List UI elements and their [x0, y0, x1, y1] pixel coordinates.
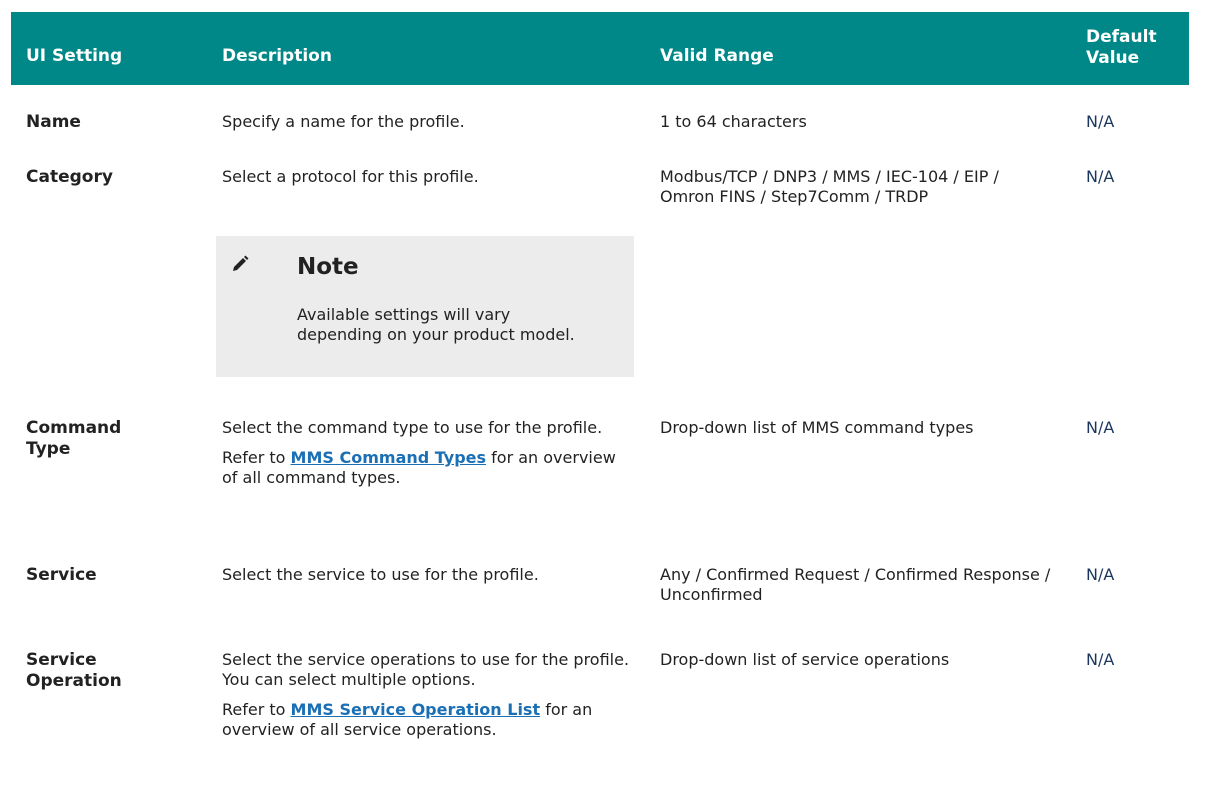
description-service: Select the service to use for the profil…: [222, 565, 539, 584]
header-default-value: Default Value: [1086, 27, 1157, 68]
default-category: N/A: [1086, 167, 1115, 186]
default-name: N/A: [1086, 112, 1115, 131]
description-name: Specify a name for the profile.: [222, 112, 465, 131]
note-box: Note Available settings will vary depend…: [216, 236, 634, 377]
mms-command-types-link[interactable]: MMS Command Types: [291, 448, 487, 467]
description-service-operation: Select the service operations to use for…: [222, 650, 630, 739]
setting-service-operation: Service Operation: [26, 650, 122, 691]
description-category: Select a protocol for this profile.: [222, 167, 479, 186]
setting-command-type: Command Type: [26, 418, 122, 459]
range-category: Modbus/TCP / DNP3 / MMS / IEC-104 / EIP …: [660, 167, 999, 206]
mms-service-operation-list-link[interactable]: MMS Service Operation List: [291, 700, 541, 719]
header-description: Description: [222, 46, 332, 66]
note-body: Available settings will vary depending o…: [297, 305, 575, 344]
table-header: UI Setting Description Valid Range Defau…: [11, 12, 1189, 85]
pencil-icon: [233, 255, 249, 271]
header-valid-range: Valid Range: [660, 46, 774, 66]
range-service: Any / Confirmed Request / Confirmed Resp…: [660, 565, 1051, 604]
range-command-type: Drop-down list of MMS command types: [660, 418, 974, 437]
range-name: 1 to 64 characters: [660, 112, 807, 131]
note-title: Note: [297, 254, 359, 280]
setting-service: Service: [26, 565, 97, 585]
default-service: N/A: [1086, 565, 1115, 584]
default-service-operation: N/A: [1086, 650, 1115, 669]
setting-name: Name: [26, 112, 81, 132]
description-command-type: Select the command type to use for the p…: [222, 418, 616, 487]
range-service-operation: Drop-down list of service operations: [660, 650, 950, 669]
default-command-type: N/A: [1086, 418, 1115, 437]
header-ui-setting: UI Setting: [26, 46, 123, 66]
setting-category: Category: [26, 167, 113, 187]
